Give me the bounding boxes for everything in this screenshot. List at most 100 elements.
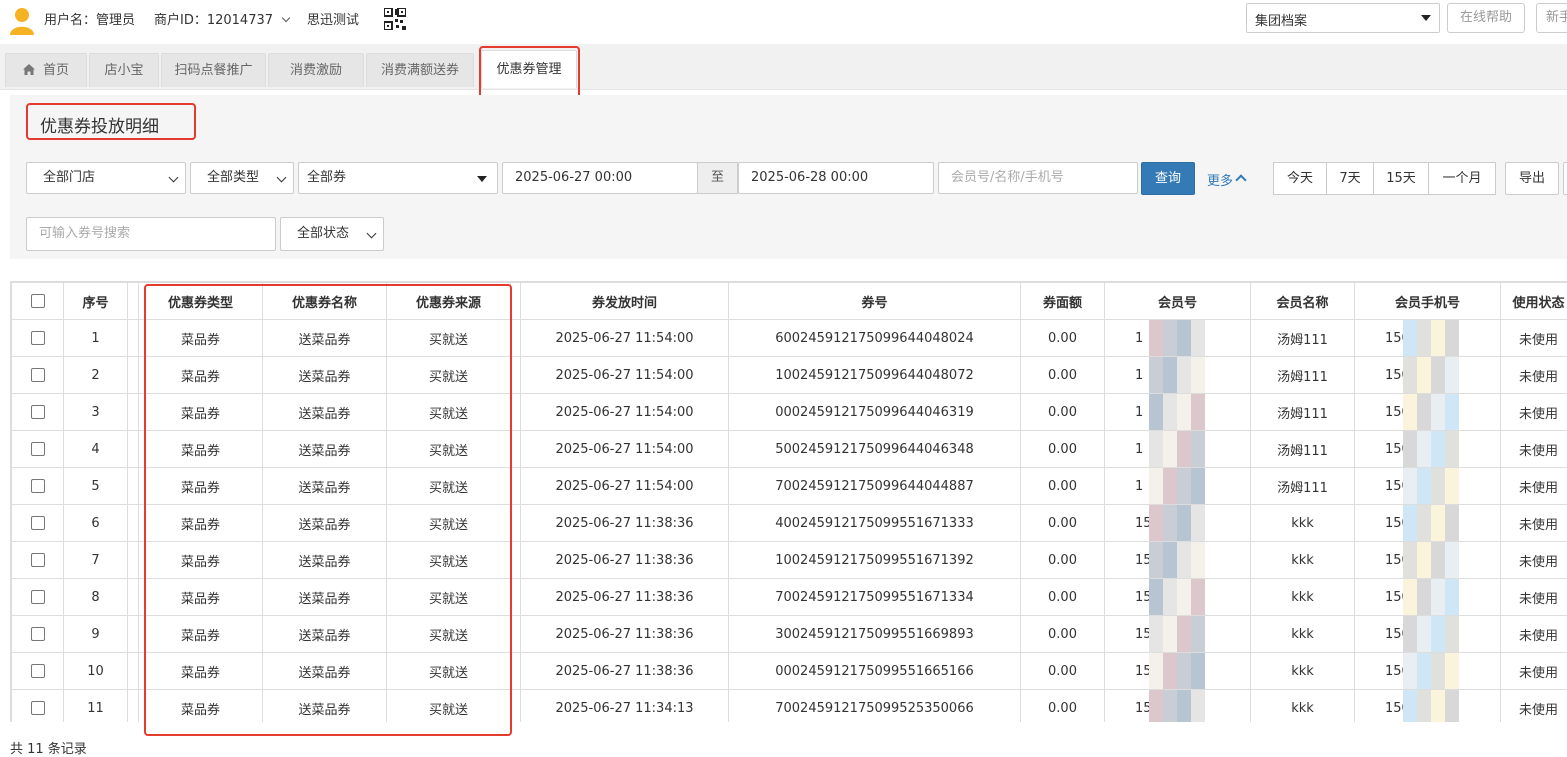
- range-15days-button[interactable]: 15天: [1373, 162, 1429, 195]
- coupon-code: 600245912175099644048024: [728, 319, 1021, 357]
- home-icon: [22, 63, 35, 75]
- row-select-cell: [11, 393, 64, 431]
- member-search-input[interactable]: 会员号/名称/手机号: [938, 162, 1138, 194]
- status-select-value: 全部状态: [297, 226, 350, 241]
- table-row[interactable]: 6 菜品券 送菜品券 买就送 2025-06-27 11:38:36 4002459121…: [11, 504, 1567, 542]
- online-help-button[interactable]: 在线帮助: [1447, 3, 1525, 33]
- coupon-type: 菜品券: [138, 615, 263, 653]
- tab-coupon-management[interactable]: 优惠券管理: [481, 50, 577, 88]
- coupon-select-value: 全部券: [307, 170, 347, 185]
- tab-scan-order-promo[interactable]: 扫码点餐推广: [161, 53, 266, 87]
- date-range-separator: 至: [697, 162, 738, 194]
- use-status: 未使用: [1500, 467, 1567, 505]
- coupon-type: 菜品券: [138, 393, 263, 431]
- use-status: 未使用: [1500, 504, 1567, 542]
- header-member-name: 会员名称: [1250, 282, 1355, 320]
- table-row[interactable]: 11 菜品券 送菜品券 买就送 2025-06-27 11:34:13 700245912…: [11, 689, 1567, 722]
- row-checkbox[interactable]: [30, 590, 45, 604]
- chevron-up-icon: [1235, 174, 1247, 186]
- store-select[interactable]: 全部门店: [26, 162, 186, 194]
- member-phone-cell: 150: [1354, 504, 1501, 542]
- row-checkbox[interactable]: [30, 405, 45, 419]
- use-status: 未使用: [1500, 615, 1567, 653]
- coupon-source: 买就送: [386, 467, 511, 505]
- redaction-mask: [1403, 357, 1459, 393]
- spacer-cell: [127, 541, 139, 579]
- range-today-button[interactable]: 今天: [1273, 162, 1327, 195]
- merchant-id-dropdown[interactable]: 商户ID：12014737: [154, 9, 291, 28]
- row-checkbox[interactable]: [30, 479, 45, 493]
- row-checkbox[interactable]: [30, 516, 45, 530]
- spacer-cell: [510, 356, 521, 394]
- query-button[interactable]: 查询: [1141, 162, 1195, 195]
- coupon-name: 送菜品券: [262, 393, 387, 431]
- issue-time: 2025-06-27 11:38:36: [520, 578, 729, 616]
- row-checkbox[interactable]: [30, 664, 45, 678]
- row-checkbox[interactable]: [30, 627, 45, 641]
- coupon-source: 买就送: [386, 504, 511, 542]
- date-to-input[interactable]: 2025-06-28 00:00: [738, 162, 934, 194]
- tab-dianxiaobao[interactable]: 店小宝: [89, 53, 159, 87]
- issue-time: 2025-06-27 11:54:00: [520, 430, 729, 468]
- user-avatar-icon: [10, 8, 34, 35]
- qr-code-icon[interactable]: [384, 8, 406, 30]
- table-row[interactable]: 7 菜品券 送菜品券 买就送 2025-06-27 11:38:36 1002459121…: [11, 541, 1567, 579]
- use-status: 未使用: [1500, 652, 1567, 690]
- table-row[interactable]: 4 菜品券 送菜品券 买就送 2025-06-27 11:54:00 5002459121…: [11, 430, 1567, 468]
- row-checkbox[interactable]: [30, 553, 45, 567]
- table-row[interactable]: 2 菜品券 送菜品券 买就送 2025-06-27 11:54:00 1002459121…: [11, 356, 1567, 394]
- row-checkbox[interactable]: [30, 368, 45, 382]
- amount: 0.00: [1020, 615, 1105, 653]
- range-one-month-button[interactable]: 一个月: [1428, 162, 1496, 195]
- row-number: 2: [63, 356, 128, 394]
- member-name: 汤姆111: [1250, 356, 1355, 394]
- table-row[interactable]: 3 菜品券 送菜品券 买就送 2025-06-27 11:54:00 0002459121…: [11, 393, 1567, 431]
- row-checkbox[interactable]: [30, 442, 45, 456]
- coupon-code: 400245912175099551671333: [728, 504, 1021, 542]
- store-name-label: 思迅测试: [307, 13, 360, 28]
- table-row[interactable]: 5 菜品券 送菜品券 买就送 2025-06-27 11:54:00 7002459121…: [11, 467, 1567, 505]
- table-row[interactable]: 9 菜品券 送菜品券 买就送 2025-06-27 11:38:36 3002459121…: [11, 615, 1567, 653]
- date-from-input[interactable]: 2025-06-27 00:00: [502, 162, 698, 194]
- coupon-name: 送菜品券: [262, 430, 387, 468]
- coupon-type: 菜品券: [138, 356, 263, 394]
- select-all-checkbox[interactable]: [30, 294, 45, 308]
- range-7days-button[interactable]: 7天: [1326, 162, 1374, 195]
- use-status: 未使用: [1500, 578, 1567, 616]
- use-status: 未使用: [1500, 689, 1567, 722]
- row-checkbox[interactable]: [30, 701, 45, 715]
- member-phone-cell: 150: [1354, 467, 1501, 505]
- coupon-name: 送菜品券: [262, 689, 387, 722]
- quick-range-group: 今天 7天 15天 一个月: [1273, 162, 1496, 195]
- member-phone-cell: 150: [1354, 430, 1501, 468]
- redaction-mask: [1149, 394, 1205, 430]
- type-select[interactable]: 全部类型: [190, 162, 294, 194]
- coupon-table: 序号 优惠券类型 优惠券名称 优惠券来源 券发放时间 券号 券面额 会员号 会员…: [11, 282, 1567, 722]
- row-checkbox[interactable]: [30, 331, 45, 345]
- table-row[interactable]: 1 菜品券 送菜品券 买就送 2025-06-27 11:54:00 6002459121…: [11, 319, 1567, 357]
- tab-home[interactable]: 首页: [5, 53, 87, 87]
- tab-bar: 首页 店小宝 扫码点餐推广 消费激励 消费满额送券 优惠券管理: [0, 44, 1567, 90]
- group-archive-select[interactable]: 集团档案: [1246, 3, 1440, 33]
- spacer-cell: [127, 652, 139, 690]
- row-number: 5: [63, 467, 128, 505]
- username-label: 用户名：管理员: [44, 13, 136, 28]
- more-filters-link[interactable]: 更多: [1207, 170, 1247, 189]
- spacer-cell: [127, 467, 139, 505]
- extra-button-edge[interactable]: [1563, 162, 1567, 195]
- tab-full-amount-coupon[interactable]: 消费满额送券: [366, 53, 474, 87]
- spacer-cell: [510, 652, 521, 690]
- coupon-number-search-input[interactable]: 可输入券号搜索: [26, 217, 276, 251]
- table-row[interactable]: 8 菜品券 送菜品券 买就送 2025-06-27 11:38:36 7002459121…: [11, 578, 1567, 616]
- status-select[interactable]: 全部状态: [280, 217, 384, 251]
- beginner-button[interactable]: 新手: [1536, 3, 1567, 33]
- header-coupon-type: 优惠券类型: [138, 282, 263, 320]
- coupon-select[interactable]: 全部券: [298, 162, 498, 194]
- chevron-down-icon: [366, 228, 377, 239]
- amount: 0.00: [1020, 541, 1105, 579]
- spacer-cell: [127, 504, 139, 542]
- redaction-mask: [1403, 653, 1459, 689]
- export-button[interactable]: 导出: [1505, 162, 1559, 195]
- table-row[interactable]: 10 菜品券 送菜品券 买就送 2025-06-27 11:38:36 000245912…: [11, 652, 1567, 690]
- tab-consumption-incentive[interactable]: 消费激励: [268, 53, 364, 87]
